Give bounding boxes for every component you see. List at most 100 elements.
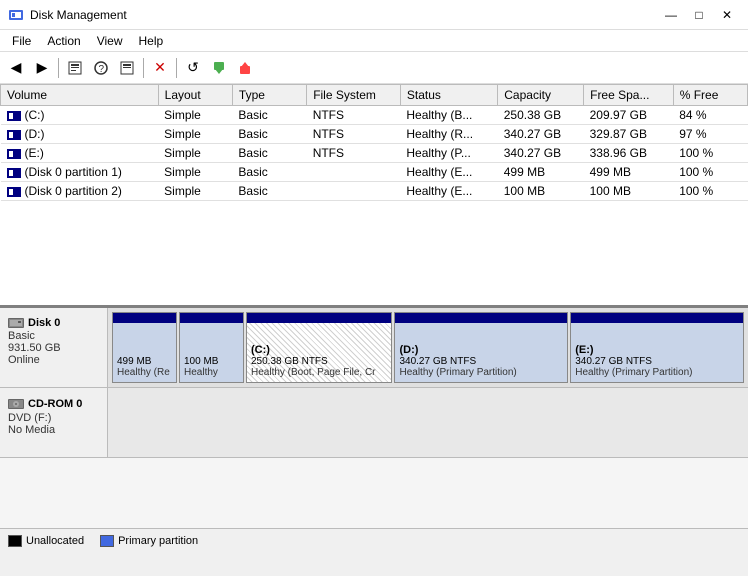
window-controls: — □ ✕ <box>658 5 740 25</box>
cell-free: 329.87 GB <box>584 125 674 144</box>
cell-free: 209.97 GB <box>584 106 674 125</box>
separator-2 <box>143 58 144 78</box>
partition-d[interactable]: (D:) 340.27 GB NTFS Healthy (Primary Par… <box>394 312 568 383</box>
cell-volume: (D:) <box>1 125 159 144</box>
partition-499mb[interactable]: 499 MB Healthy (Re <box>112 312 177 383</box>
cell-status: Healthy (P... <box>400 144 497 163</box>
col-percent[interactable]: % Free <box>673 85 747 106</box>
cdrom-0-label: CD-ROM 0 DVD (F:) No Media <box>0 388 108 457</box>
minimize-button[interactable]: — <box>658 5 684 25</box>
legend-unallocated: Unallocated <box>8 535 84 547</box>
cell-volume: (Disk 0 partition 1) <box>1 163 159 182</box>
col-free[interactable]: Free Spa... <box>584 85 674 106</box>
cell-volume: (Disk 0 partition 2) <box>1 182 159 201</box>
cell-type: Basic <box>232 182 306 201</box>
disk-0-partitions: 499 MB Healthy (Re 100 MB Healthy (C:) 2… <box>108 308 748 387</box>
import-button[interactable] <box>207 56 231 80</box>
cell-percent: 100 % <box>673 182 747 201</box>
refresh-button[interactable] <box>115 56 139 80</box>
cell-type: Basic <box>232 144 306 163</box>
cell-layout: Simple <box>158 144 232 163</box>
partition-e[interactable]: (E:) 340.27 GB NTFS Healthy (Primary Par… <box>570 312 744 383</box>
menu-file[interactable]: File <box>4 32 39 50</box>
col-capacity[interactable]: Capacity <box>498 85 584 106</box>
cdrom-0-name: CD-ROM 0 <box>8 396 99 412</box>
forward-button[interactable]: ▶ <box>30 56 54 80</box>
legend-bar: Unallocated Primary partition <box>0 528 748 552</box>
cell-capacity: 340.27 GB <box>498 144 584 163</box>
table-row[interactable]: (E:)SimpleBasicNTFSHealthy (P...340.27 G… <box>1 144 748 163</box>
maximize-button[interactable]: □ <box>686 5 712 25</box>
disk-0-row: Disk 0 Basic 931.50 GB Online 499 MB Hea… <box>0 308 748 388</box>
menu-help[interactable]: Help <box>131 32 172 50</box>
unallocated-label: Unallocated <box>26 535 84 547</box>
cell-free: 100 MB <box>584 182 674 201</box>
separator-1 <box>58 58 59 78</box>
title-bar: Disk Management — □ ✕ <box>0 0 748 30</box>
cell-layout: Simple <box>158 125 232 144</box>
table-row[interactable]: (Disk 0 partition 1)SimpleBasicHealthy (… <box>1 163 748 182</box>
cell-free: 499 MB <box>584 163 674 182</box>
cell-status: Healthy (B... <box>400 106 497 125</box>
app-icon <box>8 7 24 23</box>
cell-percent: 84 % <box>673 106 747 125</box>
separator-3 <box>176 58 177 78</box>
main-content: Volume Layout Type File System Status Ca… <box>0 84 748 552</box>
close-button[interactable]: ✕ <box>714 5 740 25</box>
cell-percent: 100 % <box>673 163 747 182</box>
col-layout[interactable]: Layout <box>158 85 232 106</box>
volume-table: Volume Layout Type File System Status Ca… <box>0 84 748 201</box>
svg-text:?: ? <box>99 64 105 75</box>
cell-capacity: 499 MB <box>498 163 584 182</box>
cdrom-0-partitions <box>108 388 748 457</box>
table-row[interactable]: (Disk 0 partition 2)SimpleBasic Healthy (… <box>1 182 748 201</box>
cell-layout: Simple <box>158 163 232 182</box>
volume-table-area[interactable]: Volume Layout Type File System Status Ca… <box>0 84 748 308</box>
toolbar: ◀ ▶ ? ✕ ↺ <box>0 52 748 84</box>
cdrom-icon <box>8 396 24 412</box>
help-button[interactable]: ? <box>89 56 113 80</box>
col-volume[interactable]: Volume <box>1 85 159 106</box>
legend-primary: Primary partition <box>100 535 198 547</box>
cell-status: Healthy (E... <box>400 182 497 201</box>
disk-0-size: 931.50 GB <box>8 342 99 354</box>
disk-map-area[interactable]: Disk 0 Basic 931.50 GB Online 499 MB Hea… <box>0 308 748 528</box>
disk-drive-icon <box>8 316 24 330</box>
table-row[interactable]: (D:)SimpleBasicNTFSHealthy (R...340.27 G… <box>1 125 748 144</box>
partition-c[interactable]: (C:) 250.38 GB NTFS Healthy (Boot, Page … <box>246 312 392 383</box>
cell-status: Healthy (R... <box>400 125 497 144</box>
menu-bar: File Action View Help <box>0 30 748 52</box>
disk-0-status: Online <box>8 354 99 366</box>
col-status[interactable]: Status <box>400 85 497 106</box>
table-row[interactable]: (C:)SimpleBasicNTFSHealthy (B...250.38 G… <box>1 106 748 125</box>
export-button[interactable] <box>233 56 257 80</box>
partition-100mb[interactable]: 100 MB Healthy <box>179 312 244 383</box>
cell-filesystem <box>307 182 401 201</box>
cdrom-0-status: No Media <box>8 424 99 436</box>
window-title: Disk Management <box>30 8 658 22</box>
cell-filesystem: NTFS <box>307 144 401 163</box>
menu-view[interactable]: View <box>89 32 131 50</box>
undo-button[interactable]: ↺ <box>181 56 205 80</box>
disk-0-label: Disk 0 Basic 931.50 GB Online <box>0 308 108 387</box>
col-type[interactable]: Type <box>232 85 306 106</box>
cell-capacity: 100 MB <box>498 182 584 201</box>
cell-capacity: 340.27 GB <box>498 125 584 144</box>
col-filesystem[interactable]: File System <box>307 85 401 106</box>
cell-layout: Simple <box>158 182 232 201</box>
back-button[interactable]: ◀ <box>4 56 28 80</box>
cell-capacity: 250.38 GB <box>498 106 584 125</box>
cell-percent: 97 % <box>673 125 747 144</box>
properties-button[interactable] <box>63 56 87 80</box>
delete-button[interactable]: ✕ <box>148 56 172 80</box>
disk-0-name: Disk 0 <box>8 316 99 330</box>
disk-0-type: Basic <box>8 330 99 342</box>
cell-type: Basic <box>232 163 306 182</box>
cell-filesystem: NTFS <box>307 125 401 144</box>
primary-label: Primary partition <box>118 535 198 547</box>
cell-volume: (C:) <box>1 106 159 125</box>
menu-action[interactable]: Action <box>39 32 88 50</box>
cell-volume: (E:) <box>1 144 159 163</box>
cell-filesystem: NTFS <box>307 106 401 125</box>
cell-percent: 100 % <box>673 144 747 163</box>
